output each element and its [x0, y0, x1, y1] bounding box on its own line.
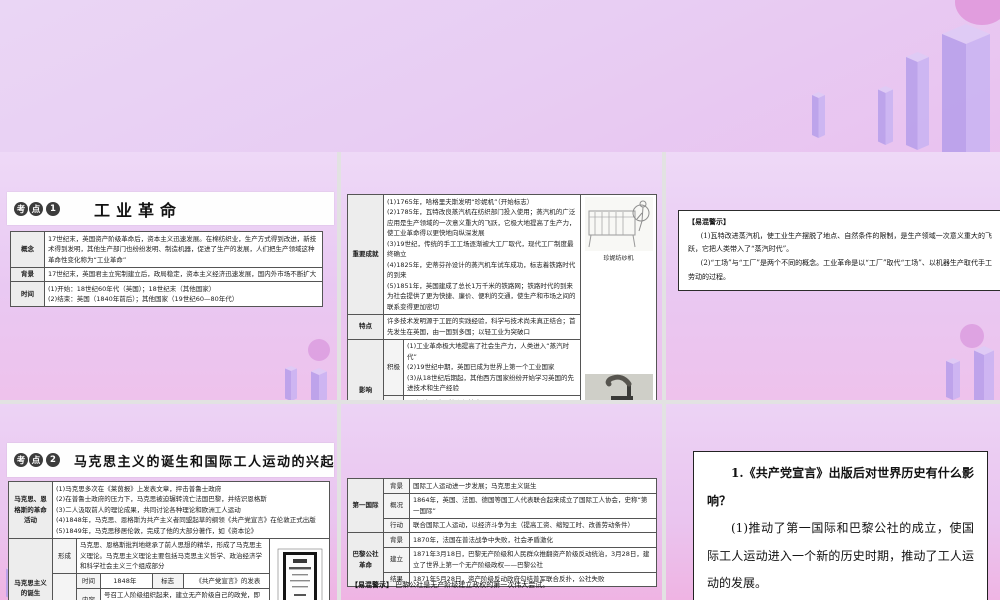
table-row: 行动 联合国际工人运动，以经济斗争为主（提高工资、缩短工时、改善劳动条件）: [348, 517, 657, 534]
topic2-header: 考 点 2 马克思主义的诞生和国际工人运动的兴起: [7, 443, 334, 477]
table-row: 背景 17世纪末，英国君主立宪制建立后，政局稳定，资本主义经济迅速发展，国内外市…: [10, 266, 323, 283]
warning-paragraph: (1)瓦特改进蒸汽机，使工业生产摆脱了地点、自然条件的限制，是生产领域一次意义重…: [688, 231, 992, 254]
slide-cell-qa[interactable]: 1.《共产党宣言》出版后对世界历史有什么影响？ (1)推动了第一国际和巴黎公社的…: [666, 404, 1000, 600]
sub-label: 诞生: [52, 573, 77, 600]
row-label: 时间: [10, 281, 45, 308]
row-content: (1)加速了殖民扩张与掠夺 (2)工人阶级遭受严重的压迫和剥削 (3)带来了环境…: [403, 395, 581, 400]
manifesto-book-image: [277, 548, 322, 600]
row-content: (1)马克思多次在《莱茵报》上发表文章，抨击普鲁士政府 (2)在普鲁士政府的压力…: [52, 481, 330, 539]
row-content: 号召工人阶级组织起来，建立无产阶级自己的政党，即共产党，用暴力推翻资产阶级统治，…: [100, 587, 270, 600]
warning-title: 【易混警示】: [688, 217, 730, 226]
sub-label: 行动: [383, 517, 410, 534]
locomotive-figure: 史蒂芬孙试验蒸汽机车: [584, 373, 653, 400]
badge-number-icon: 2: [46, 453, 60, 467]
sub-label: 概况: [383, 492, 410, 519]
row-label: 马克思主义的诞生: [8, 537, 53, 600]
warning-line: 【易混警示】 巴黎公社是无产阶级建立政权的第一次伟大尝试。: [351, 580, 656, 590]
birth-mark-label: 标志: [151, 574, 184, 588]
cube-decoration-icon: [812, 24, 990, 152]
table-row: 第一国际 背景 国际工人运动进一步发展；马克思主义诞生: [347, 477, 657, 534]
cube-decoration-icon: [946, 324, 994, 400]
topic-badge: 考 点 1: [14, 201, 60, 216]
warning-paragraph: (2)“工场”与“工厂”是两个不同的概念。工业革命是以“工厂”取代“工场”、以机…: [688, 258, 992, 281]
topic2-title: 马克思主义的诞生和国际工人运动的兴起: [74, 454, 336, 470]
table-row: 建立 1871年3月18日，巴黎无产阶级和人民群众推翻资产阶级反动统治，3月28…: [348, 546, 657, 573]
slide-cell-movement[interactable]: 第一国际 背景 国际工人运动进一步发展；马克思主义诞生 概况 1864年，英国、…: [341, 404, 662, 600]
slide-grid: 考 点 1 工业革命 概念 17世纪末，英国资产阶级革命后，资本主义迅速发展。在…: [0, 152, 1000, 600]
badge-circle-icon: 考: [14, 201, 28, 216]
table-row: 概况 1864年，英国、法国、德国等国工人代表联合起来成立了国际工人协会，史称“…: [348, 492, 657, 519]
sub-label: 形成: [52, 537, 77, 575]
qa-box: 1.《共产党宣言》出版后对世界历史有什么影响？ (1)推动了第一国际和巴黎公社的…: [693, 451, 988, 600]
warning-title: 【易混警示】: [351, 580, 393, 589]
row-label: 马克思、恩格斯的革命活动: [8, 481, 53, 539]
slide-sorter-page: 考 点 1 工业革命 概念 17世纪末，英国资产阶级革命后，资本主义迅速发展。在…: [0, 0, 1000, 600]
row-content: 许多技术发明源于工匠的实践经验，科学与技术尚未真正结合；首先发生在英国，由一国到…: [383, 313, 581, 340]
row-content: 1848年 标志 《共产党宣言》的发表: [100, 573, 270, 589]
image-caption: 珍妮纺纱机: [603, 255, 634, 263]
slide-cell-topic2[interactable]: 考 点 2 马克思主义的诞生和国际工人运动的兴起 马克思、恩格斯的革命活动 (1…: [0, 404, 337, 600]
row-content: 马克思、恩格斯批判地继承了前人思想的精华，形成了马克思主义理论。马克思主义理论主…: [76, 537, 270, 575]
table-row: 概念 17世纪末，英国资产阶级革命后，资本主义迅速发展。在棉纺织业，生产方式得到…: [10, 231, 323, 268]
row-content: 国际工人运动进一步发展；马克思主义诞生: [409, 478, 657, 494]
badge-circle-icon: 点: [29, 453, 43, 467]
industrial-table: 重要成就 (1)1765年，哈格里夫斯发明“珍妮机”（开始标志） (2)1785…: [347, 193, 657, 400]
row-label: 重要成就: [347, 194, 384, 315]
row-content: 1870年，法国在普法战争中失败，社会矛盾激化: [409, 532, 657, 548]
spinning-jenny-image: [584, 196, 653, 251]
row-label: 第一国际: [347, 477, 384, 534]
topic1-title: 工业革命: [94, 200, 183, 220]
sub-label: 背景: [383, 478, 410, 494]
sub-label: 积极: [383, 338, 404, 397]
image-column: 《共产党宣言》书影: [269, 537, 330, 600]
badge-circle-icon: 点: [29, 201, 43, 216]
row-content: (1)工业革命极大地提高了社会生产力，人类进入“蒸汽时代” (2)19世纪中期，…: [403, 338, 581, 397]
row-label: 概念: [10, 231, 45, 268]
slide-cell-warning1[interactable]: 【易混警示】 (1)瓦特改进蒸汽机，使工业生产摆脱了地点、自然条件的限制，是生产…: [666, 152, 1000, 400]
row-content: 1871年3月18日，巴黎无产阶级和人民群众推翻资产阶级反动统治，3月28日，建…: [409, 546, 657, 573]
cube-decoration-icon: [812, 0, 1000, 152]
row-label: 特点: [347, 313, 384, 340]
table-row: 时间 (1)开始：18世纪60年代（英国）；18世纪末（其他国家） (2)结束：…: [10, 281, 323, 308]
movement-table: 第一国际 背景 国际工人运动进一步发展；马克思主义诞生 概况 1864年，英国、…: [347, 477, 657, 588]
topic2-table: 马克思、恩格斯的革命活动 (1)马克思多次在《莱茵报》上发表文章，抨击普鲁士政府…: [8, 481, 330, 600]
top-decoration-band: [0, 0, 1000, 152]
row-label: 背景: [10, 266, 45, 283]
table-row: 马克思、恩格斯的革命活动 (1)马克思多次在《莱茵报》上发表文章，抨击普鲁士政府…: [8, 481, 330, 539]
row-label: 影响: [347, 338, 384, 400]
badge-circle-icon: 考: [14, 453, 28, 467]
sub-label: 建立: [383, 546, 410, 573]
row-content: 联合国际工人运动，以经济斗争为主（提高工资、缩短工时、改善劳动条件）: [409, 517, 657, 534]
row-content: 1864年，英国、法国、德国等国工人代表联合起来成立了国际工人协会，史称“第一国…: [409, 492, 657, 519]
table-row: 重要成就 (1)1765年，哈格里夫斯发明“珍妮机”（开始标志） (2)1785…: [347, 193, 657, 400]
warning-body: 巴黎公社是无产阶级建立政权的第一次伟大尝试。: [395, 581, 550, 589]
sub-label: 内容: [76, 587, 101, 600]
badge-number-icon: 1: [46, 201, 60, 216]
birth-mark-value: 《共产党宣言》的发表: [195, 576, 261, 585]
sub-label: 消极: [383, 395, 404, 400]
sub-label: 背景: [383, 532, 410, 548]
steam-locomotive-image: [584, 373, 653, 400]
spinning-jenny-figure: 珍妮纺纱机: [584, 196, 653, 263]
table-row: 巴黎公社革命 背景 1870年，法国在普法战争中失败，社会矛盾激化: [347, 532, 657, 588]
manifesto-book-figure: 《共产党宣言》书影: [273, 548, 326, 600]
topic1-table: 概念 17世纪末，英国资产阶级革命后，资本主义迅速发展。在棉纺织业，生产方式得到…: [10, 231, 323, 308]
slide-cell-topic1[interactable]: 考 点 1 工业革命 概念 17世纪末，英国资产阶级革命后，资本主义迅速发展。在…: [0, 152, 337, 400]
birth-time-value: 1848年: [113, 576, 137, 585]
qa-title: 1.《共产党宣言》出版后对世界历史有什么影响？: [707, 466, 974, 508]
cube-decoration-icon: [285, 339, 330, 400]
image-column: 珍妮纺纱机: [580, 193, 657, 400]
warning-box: 【易混警示】 (1)瓦特改进蒸汽机，使工业生产摆脱了地点、自然条件的限制，是生产…: [678, 210, 1000, 292]
qa-paragraph: (1)推动了第一国际和巴黎公社的成立，使国际工人运动进入一个新的历史时期，推动了…: [707, 521, 974, 591]
topic-badge: 考 点 2: [14, 453, 60, 467]
table-row: 马克思主义的诞生 形成 马克思、恩格斯批判地继承了前人思想的精华，形成了马克思主…: [8, 537, 330, 600]
row-content: 17世纪末，英国君主立宪制建立后，政局稳定，资本主义经济迅速发展，国内外市场不断…: [44, 266, 323, 283]
row-content: (1)1765年，哈格里夫斯发明“珍妮机”（开始标志） (2)1785年，瓦特改…: [383, 194, 581, 315]
row-content: 17世纪末，英国资产阶级革命后，资本主义迅速发展。在棉纺织业，生产方式得到改进，…: [44, 231, 323, 268]
topic1-header: 考 点 1 工业革命: [7, 192, 334, 225]
row-content: (1)开始：18世纪60年代（英国）；18世纪末（其他国家） (2)结束：英国（…: [44, 281, 323, 308]
row-label: 巴黎公社革命: [347, 532, 384, 588]
sub-label: 时间: [76, 573, 101, 589]
slide-cell-industrial-detail[interactable]: 重要成就 (1)1765年，哈格里夫斯发明“珍妮机”（开始标志） (2)1785…: [341, 152, 662, 400]
